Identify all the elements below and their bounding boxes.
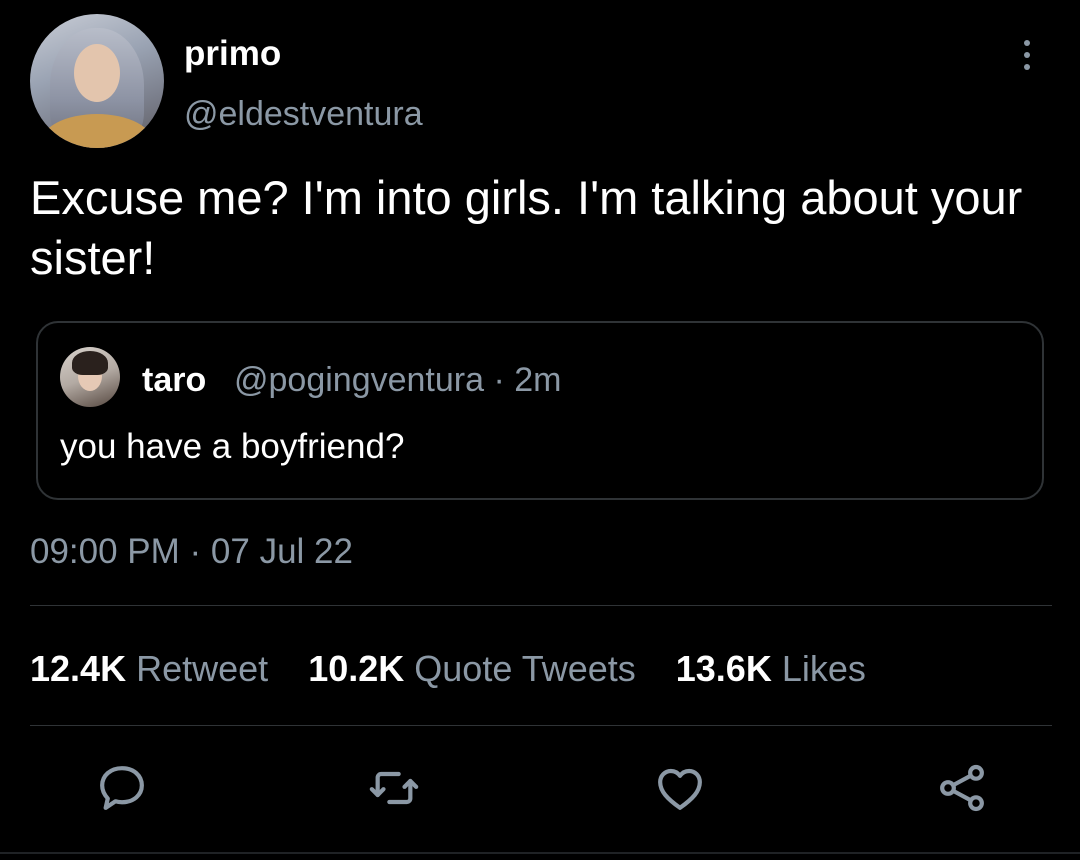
quoted-tweet-text: you have a boyfriend? bbox=[60, 427, 405, 466]
quoted-handle-time: @pogingventura · 2m bbox=[234, 361, 562, 399]
retweet-count: 12.4K bbox=[30, 648, 127, 689]
quote-tweets-label: Quote Tweets bbox=[414, 648, 636, 689]
bottom-divider bbox=[0, 852, 1080, 854]
author-avatar[interactable] bbox=[30, 14, 164, 148]
author-display-name[interactable]: primo bbox=[184, 34, 281, 74]
action-bar bbox=[0, 760, 1080, 820]
retweet-icon[interactable] bbox=[366, 760, 422, 816]
tweet-header: primo @eldestventura bbox=[30, 14, 1050, 148]
like-icon[interactable] bbox=[652, 760, 708, 816]
tweet-stats: 12.4K Retweet 10.2K Quote Tweets 13.6K L… bbox=[30, 648, 896, 690]
tweet-timestamp[interactable]: 09:00 PM · 07 Jul 22 bbox=[30, 532, 353, 572]
retweet-label: Retweet bbox=[136, 648, 269, 689]
author-handle[interactable]: @eldestventura bbox=[184, 95, 423, 134]
more-options-icon[interactable] bbox=[1024, 40, 1032, 76]
tweet-text: Excuse me? I'm into girls. I'm talking a… bbox=[30, 171, 1023, 284]
quoted-author-name: taro bbox=[142, 361, 207, 399]
quote-tweets-stat[interactable]: 10.2K Quote Tweets bbox=[308, 648, 636, 689]
quoted-author-avatar bbox=[60, 347, 120, 407]
quoted-tweet[interactable]: taro @pogingventura · 2m you have a boyf… bbox=[36, 321, 1044, 500]
share-icon[interactable] bbox=[934, 760, 990, 816]
retweet-stat[interactable]: 12.4K Retweet bbox=[30, 648, 268, 689]
likes-label: Likes bbox=[781, 648, 866, 689]
likes-count: 13.6K bbox=[675, 648, 772, 689]
divider bbox=[30, 605, 1052, 606]
likes-stat[interactable]: 13.6K Likes bbox=[676, 648, 866, 689]
reply-icon[interactable] bbox=[94, 760, 150, 816]
divider bbox=[30, 725, 1052, 726]
quote-tweets-count: 10.2K bbox=[308, 648, 405, 689]
